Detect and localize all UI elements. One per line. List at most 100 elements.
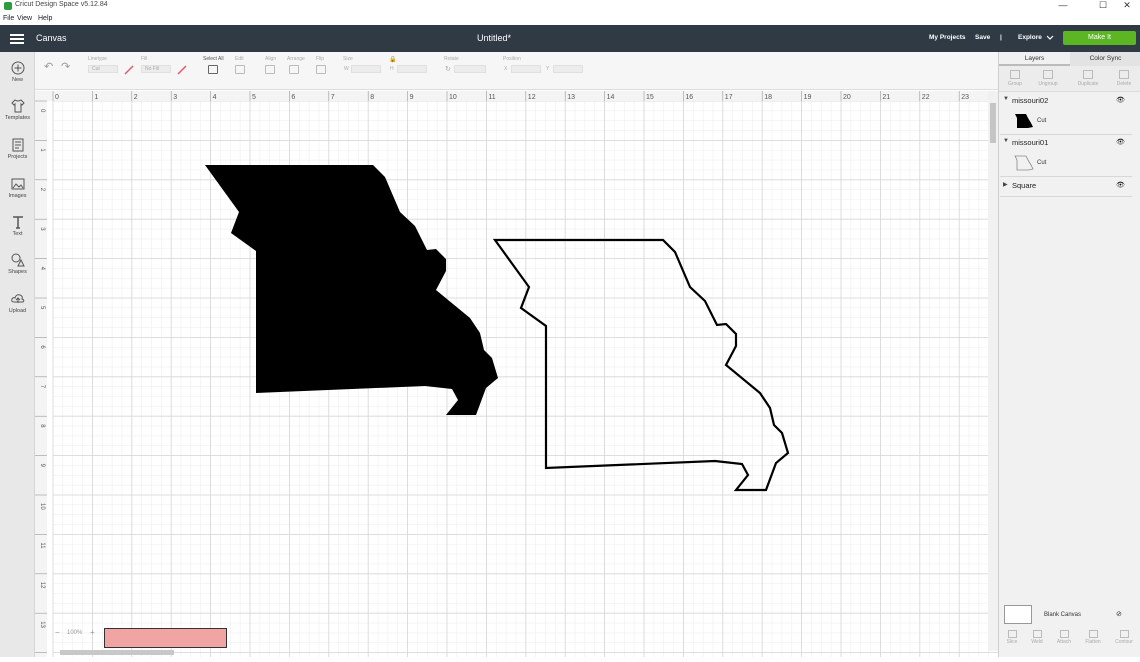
redo-icon[interactable]: ↷ — [61, 60, 70, 73]
header-divider: | — [1000, 34, 1002, 41]
visibility-eye-icon[interactable]: 👁 — [1116, 96, 1125, 104]
left-toolbar: New Templates Projects Images Text Shape… — [0, 52, 35, 657]
zoom-level: 100% — [67, 630, 83, 636]
edit-group: Edit — [235, 56, 245, 74]
zoom-in-button[interactable]: + — [90, 628, 95, 637]
canvas-grid[interactable]: 0 1 2 3 4 5 6 7 8 9 10 11 12 13 14 15 16 17 18 19 20 21 22 2301… — [35, 91, 998, 662]
maximize-button[interactable]: ☐ — [1090, 0, 1116, 11]
flip-icon[interactable] — [316, 65, 326, 74]
plus-circle-icon — [11, 61, 24, 75]
tab-layers[interactable]: Layers — [999, 52, 1070, 66]
duplicate-icon — [1083, 70, 1093, 79]
collapse-caret-icon[interactable]: ▼ — [1003, 138, 1009, 144]
menu-view[interactable]: View — [17, 15, 32, 22]
trash-icon — [1119, 70, 1129, 79]
projects-tool[interactable]: Projects — [0, 138, 35, 160]
text-icon — [12, 216, 23, 229]
fill-select[interactable]: No Fill — [141, 65, 171, 73]
text-tool[interactable]: Text — [0, 215, 35, 237]
expand-caret-icon[interactable]: ▶ — [1003, 181, 1008, 188]
tool-label-text: Text — [12, 231, 23, 237]
tool-label-projects: Projects — [7, 154, 28, 160]
explore-dropdown[interactable]: Explore — [1018, 34, 1042, 41]
horizontal-ruler — [35, 91, 998, 101]
undo-icon[interactable]: ↶ — [44, 60, 53, 73]
image-icon — [11, 178, 24, 190]
window-title: Cricut Design Space v5.12.84 — [15, 1, 108, 8]
save-button[interactable]: Save — [975, 34, 990, 41]
align-group: Align — [265, 56, 276, 74]
minimize-button[interactable]: — — [1050, 0, 1076, 10]
vertical-scrollbar[interactable] — [988, 91, 998, 651]
tool-label-upload: Upload — [8, 308, 27, 314]
make-it-button[interactable]: Make It — [1063, 31, 1136, 45]
duplicate-button[interactable]: Duplicate — [1076, 70, 1100, 87]
slice-icon — [1007, 630, 1017, 638]
size-height-input[interactable] — [397, 65, 427, 73]
hamburger-menu-icon[interactable] — [10, 34, 24, 44]
my-projects-link[interactable]: My Projects — [929, 34, 966, 41]
ruler-label-x: 18 — [764, 94, 772, 101]
missouri01-shape[interactable] — [492, 238, 790, 492]
horizontal-scroll-thumb[interactable] — [60, 650, 174, 655]
ruler-label-y: 12 — [39, 582, 45, 589]
shapes-tool[interactable]: Shapes — [0, 253, 35, 275]
blank-canvas-swatch[interactable] — [1004, 605, 1032, 624]
upload-tool[interactable]: Upload — [0, 292, 35, 314]
align-icon[interactable] — [265, 65, 275, 74]
ruler-label-x: 15 — [646, 94, 654, 101]
zoom-controls: − 100% + — [52, 628, 100, 640]
visibility-eye-icon[interactable]: 👁 — [1116, 138, 1125, 146]
menu-file[interactable]: File — [3, 15, 14, 22]
close-button[interactable]: ✕ — [1114, 0, 1140, 11]
linetype-select[interactable]: Cut — [88, 65, 118, 73]
flip-label: Flip — [316, 56, 325, 62]
document-title: Untitled* — [476, 33, 512, 43]
ruler-label-x: 7 — [331, 94, 335, 101]
slice-button[interactable]: Slice — [998, 630, 1026, 645]
ruler-label-x: 2 — [134, 94, 138, 101]
vertical-scroll-thumb[interactable] — [990, 103, 996, 143]
position-x-input[interactable] — [511, 65, 541, 73]
tool-label-new: New — [11, 77, 23, 83]
zoom-out-button[interactable]: − — [55, 628, 60, 637]
missouri02-shape[interactable] — [205, 165, 498, 415]
new-tool[interactable]: New — [0, 61, 35, 83]
select-all-icon[interactable] — [208, 65, 218, 74]
linetype-color-icon[interactable] — [124, 65, 134, 75]
menu-help[interactable]: Help — [38, 15, 52, 22]
shapes-icon — [11, 253, 25, 267]
lock-icon[interactable]: 🔒 — [389, 56, 396, 63]
size-width-input[interactable] — [351, 65, 381, 73]
templates-tool[interactable]: Templates — [0, 99, 35, 121]
hidden-eye-icon[interactable]: ⊘ — [1116, 610, 1122, 618]
ruler-label-x: 13 — [567, 94, 575, 101]
collapse-caret-icon[interactable]: ▼ — [1003, 96, 1009, 102]
square-shape[interactable] — [104, 628, 227, 648]
layer-divider — [1000, 134, 1132, 135]
group-button[interactable]: Group — [1003, 70, 1027, 87]
delete-button[interactable]: Delete — [1112, 70, 1136, 87]
edit-icon[interactable] — [235, 65, 245, 74]
tab-color-sync[interactable]: Color Sync — [1070, 52, 1140, 66]
edit-toolbar: ↶ ↷ Linetype Cut Fill No Fill Select All… — [35, 52, 998, 90]
ungroup-button[interactable]: Ungroup — [1036, 70, 1060, 87]
design-canvas[interactable]: 0 1 2 3 4 5 6 7 8 9 10 11 12 13 14 15 16 17 18 19 20 21 22 23 0 1… — [35, 91, 998, 662]
ruler-label-x: 9 — [410, 94, 414, 101]
layer-tools: Group Ungroup Duplicate Delete — [999, 66, 1140, 92]
images-tool[interactable]: Images — [0, 177, 35, 199]
weld-button[interactable]: Weld — [1023, 630, 1051, 645]
ruler-label-x: 21 — [882, 94, 890, 101]
arrange-icon[interactable] — [289, 65, 299, 74]
flatten-button[interactable]: Flatten — [1079, 630, 1107, 645]
attach-button[interactable]: Attach — [1050, 630, 1078, 645]
ruler-label-x: 1 — [94, 94, 98, 101]
visibility-eye-icon[interactable]: 👁 — [1116, 181, 1125, 189]
fill-color-icon[interactable] — [177, 65, 187, 75]
rotate-input[interactable] — [454, 65, 486, 73]
position-y-input[interactable] — [553, 65, 583, 73]
select-all-group[interactable]: Select All — [203, 56, 224, 74]
tool-label-shapes: Shapes — [8, 269, 27, 275]
contour-button[interactable]: Contour — [1110, 630, 1138, 645]
select-all-label: Select All — [203, 56, 224, 62]
